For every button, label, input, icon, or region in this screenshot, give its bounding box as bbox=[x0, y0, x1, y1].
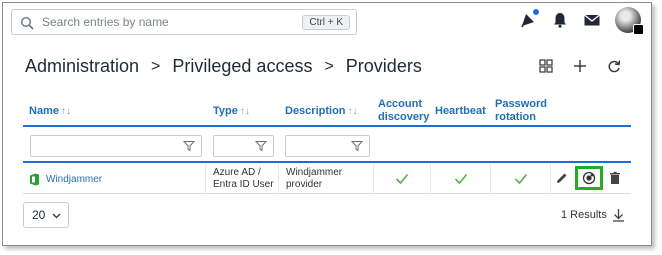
sort-icon[interactable]: ↑↓ bbox=[348, 106, 358, 117]
add-icon[interactable] bbox=[573, 59, 587, 73]
chevron-down-icon bbox=[52, 213, 61, 219]
breadcrumb-separator: > bbox=[324, 57, 334, 75]
filter-icon[interactable] bbox=[183, 140, 195, 152]
type-text: Entra ID User bbox=[213, 179, 274, 190]
provider-logo-icon bbox=[30, 173, 39, 185]
breadcrumb-privileged-access[interactable]: Privileged access bbox=[172, 56, 312, 77]
type-text: Azure AD / bbox=[213, 167, 261, 178]
description-cell: Windjammer provider bbox=[279, 164, 374, 194]
refresh-icon[interactable] bbox=[607, 59, 621, 73]
filter-icon[interactable] bbox=[351, 140, 363, 152]
grid-view-icon[interactable] bbox=[539, 59, 553, 73]
provider-settings-icon[interactable] bbox=[582, 171, 596, 185]
sort-icon[interactable]: ↑↓ bbox=[240, 106, 250, 117]
description-text: provider bbox=[286, 179, 323, 190]
download-icon[interactable] bbox=[612, 208, 625, 222]
account-discovery-cell bbox=[374, 164, 431, 194]
search-input[interactable]: Search entries by name Ctrl + K bbox=[11, 9, 357, 35]
page-size-select[interactable]: 20 bbox=[23, 202, 69, 228]
edit-icon[interactable] bbox=[555, 171, 569, 185]
name-filter-input[interactable] bbox=[30, 135, 202, 157]
description-text: Windjammer bbox=[286, 167, 343, 178]
breadcrumb-separator: > bbox=[151, 57, 161, 75]
page-title: Providers bbox=[345, 56, 422, 76]
announcement-icon[interactable] bbox=[519, 9, 539, 29]
breadcrumb-administration[interactable]: Administration bbox=[25, 56, 139, 77]
column-header-name[interactable]: Name ↑↓ bbox=[29, 105, 71, 118]
column-header-heartbeat: Heartbeat bbox=[435, 105, 486, 117]
check-icon bbox=[514, 173, 527, 185]
password-rotation-cell bbox=[491, 164, 551, 194]
search-shortcut: Ctrl + K bbox=[302, 15, 350, 30]
sort-icon[interactable]: ↑↓ bbox=[61, 106, 71, 117]
notification-dot bbox=[533, 9, 539, 15]
avatar-status-icon bbox=[633, 24, 644, 35]
name-cell: Windjammer bbox=[23, 164, 206, 194]
user-avatar[interactable] bbox=[615, 7, 644, 35]
search-placeholder: Search entries by name bbox=[42, 15, 169, 29]
delete-icon[interactable] bbox=[608, 171, 622, 185]
column-header-description[interactable]: Description ↑↓ bbox=[285, 105, 358, 118]
provider-name-link[interactable]: Windjammer bbox=[46, 174, 102, 185]
check-icon bbox=[395, 173, 409, 185]
column-header-account-discovery: Account discovery bbox=[378, 98, 430, 123]
type-cell: Azure AD / Entra ID User bbox=[206, 164, 279, 194]
page-actions bbox=[539, 59, 621, 73]
check-icon bbox=[454, 173, 467, 185]
column-header-type[interactable]: Type ↑↓ bbox=[213, 105, 250, 118]
filter-icon[interactable] bbox=[255, 140, 267, 152]
app-window: Search entries by name Ctrl + K Administ… bbox=[2, 2, 652, 246]
bell-icon[interactable] bbox=[551, 11, 569, 29]
breadcrumb: Administration > Privileged access > Pro… bbox=[25, 56, 422, 77]
table-header: Name ↑↓ Type ↑↓ Description ↑↓ Account disc… bbox=[23, 95, 631, 127]
top-toolbar bbox=[519, 7, 644, 35]
results-count: 1 Results bbox=[561, 209, 607, 221]
mail-icon[interactable] bbox=[583, 11, 601, 29]
filter-row bbox=[23, 129, 631, 163]
heartbeat-cell bbox=[431, 164, 491, 194]
column-header-password-rotation: Password rotation bbox=[495, 98, 547, 123]
description-filter-input[interactable] bbox=[285, 135, 370, 157]
type-filter-input[interactable] bbox=[213, 135, 274, 157]
table-row[interactable]: Windjammer Azure AD / Entra ID User Windj… bbox=[23, 164, 631, 194]
search-icon bbox=[20, 16, 34, 30]
page-size-value: 20 bbox=[32, 208, 46, 222]
